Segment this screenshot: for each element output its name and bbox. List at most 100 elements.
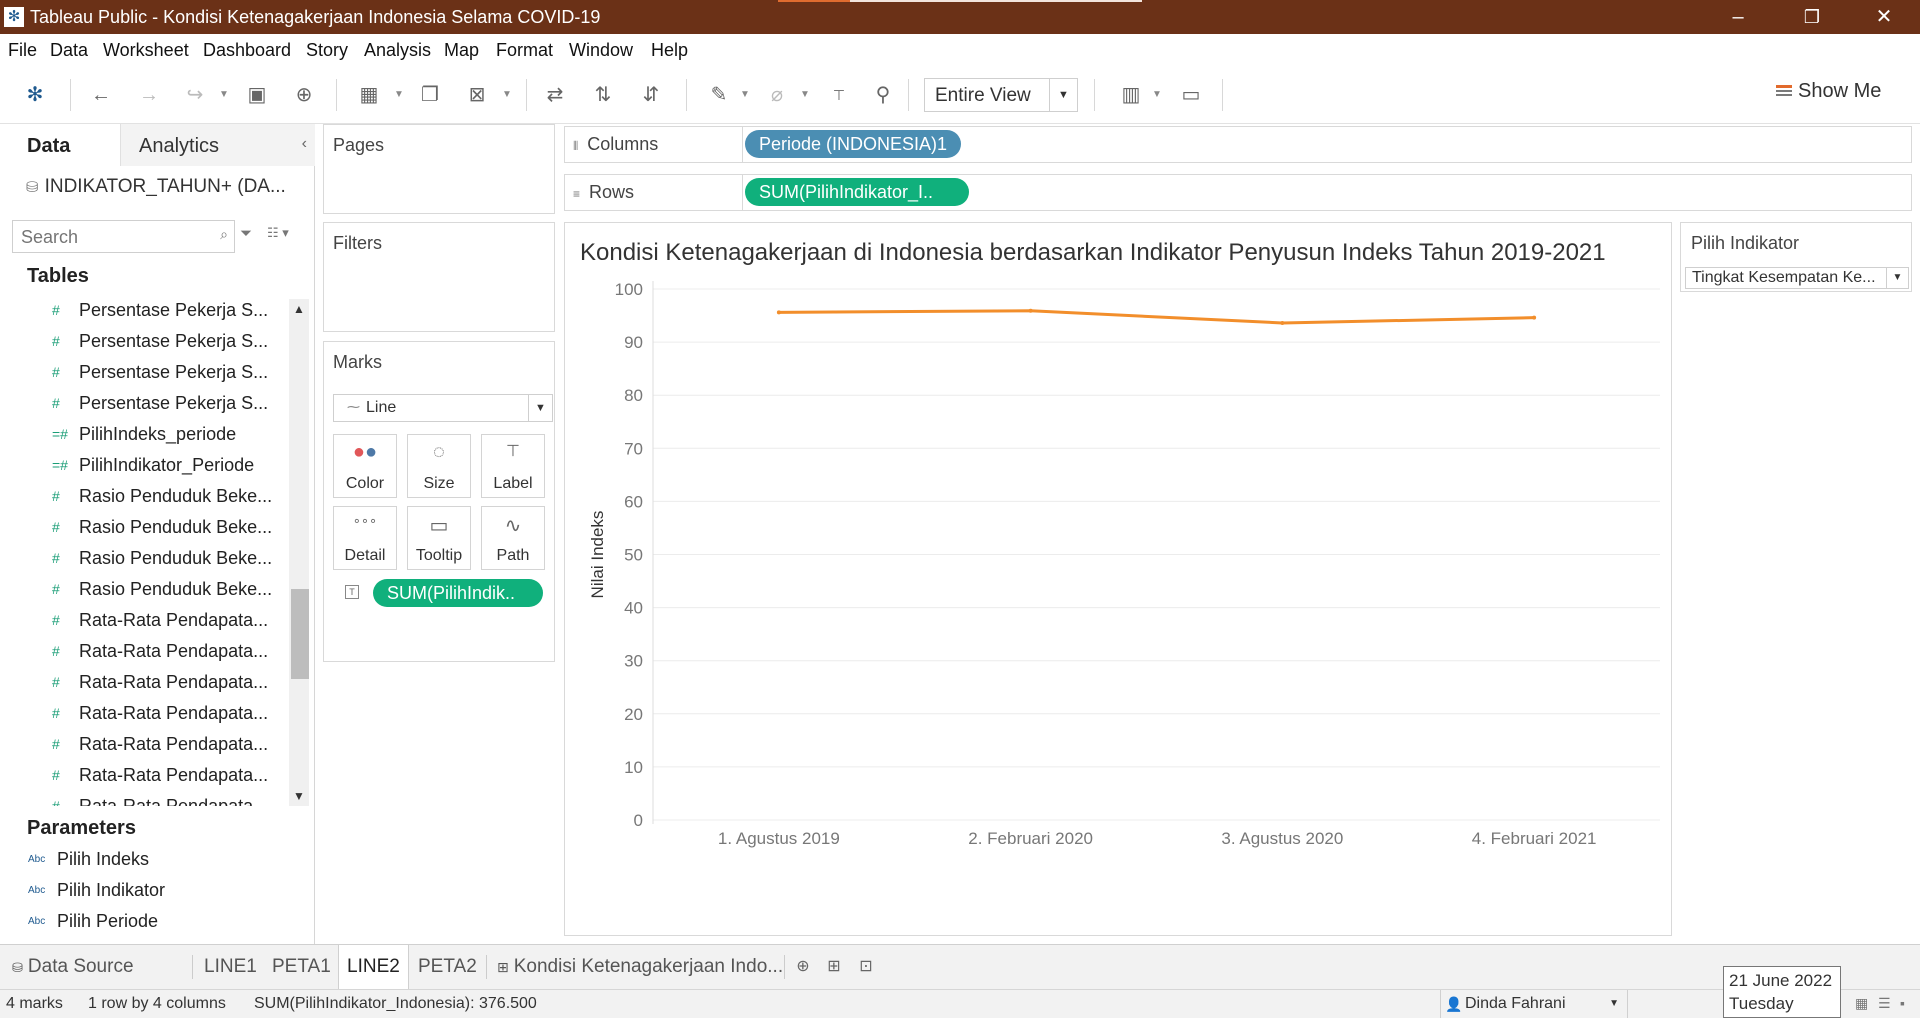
- scrollbar-thumb[interactable]: [291, 589, 309, 679]
- tab-peta1[interactable]: PETA1: [264, 945, 339, 989]
- new-worksheet-icon[interactable]: ⊕: [793, 957, 813, 977]
- indicator-select[interactable]: Tingkat Kesempatan Ke... ▼: [1685, 267, 1909, 289]
- size-button[interactable]: ◌ Size: [407, 434, 471, 498]
- field-item[interactable]: =# PilihIndeks_periode: [0, 420, 288, 451]
- menu-analysis[interactable]: Analysis: [364, 40, 431, 61]
- filter-icon[interactable]: ⏷: [240, 225, 252, 242]
- menu-story[interactable]: Story: [306, 40, 348, 61]
- data-point[interactable]: [1028, 308, 1033, 313]
- close-button[interactable]: ✕: [1856, 0, 1912, 34]
- clear-sheet-icon[interactable]: ⊠: [464, 82, 490, 108]
- field-item[interactable]: # Rasio Penduduk Beke...: [0, 544, 288, 575]
- highlight-icon[interactable]: ✎: [706, 82, 732, 108]
- tab-data-source[interactable]: ⛁ Data Source: [4, 945, 142, 989]
- label-button[interactable]: ⊤ Label: [481, 434, 545, 498]
- new-datasource-icon[interactable]: ⊕: [291, 82, 317, 108]
- presentation-mode-icon[interactable]: ▭: [1178, 82, 1204, 108]
- undo-icon[interactable]: ←: [88, 82, 114, 108]
- chevron-down-icon[interactable]: ▼: [528, 395, 552, 421]
- rows-pill[interactable]: SUM(PilihIndikator_I..: [745, 178, 969, 206]
- field-item[interactable]: # Persentase Pekerja S...: [0, 358, 288, 389]
- tab-line2[interactable]: LINE2: [338, 945, 409, 989]
- field-item[interactable]: # Rata-Rata Pendapata...: [0, 730, 288, 761]
- parameter-item[interactable]: Abc Pilih Indikator: [0, 876, 300, 906]
- save-icon[interactable]: ▣: [244, 82, 270, 108]
- scroll-down-icon[interactable]: ▼: [289, 786, 309, 806]
- field-item[interactable]: # Rata-Rata Pendapata...: [0, 792, 288, 806]
- new-story-icon[interactable]: ⊡: [856, 957, 876, 977]
- group-dropdown-icon[interactable]: ▼: [800, 82, 810, 108]
- tab-analytics[interactable]: Analytics ‹: [120, 124, 315, 166]
- show-me-button[interactable]: Show Me: [1776, 80, 1881, 110]
- swap-rows-columns-icon[interactable]: ⇄: [542, 82, 568, 108]
- columns-pill[interactable]: Periode (INDONESIA)1: [745, 130, 962, 158]
- menu-dashboard[interactable]: Dashboard: [203, 40, 291, 61]
- search-field[interactable]: ⌕: [12, 220, 235, 253]
- collapse-pane-icon[interactable]: ‹: [302, 135, 307, 153]
- duplicate-sheet-icon[interactable]: ❐: [417, 82, 443, 108]
- new-worksheet-dropdown-icon[interactable]: ▼: [394, 82, 404, 108]
- field-item[interactable]: # Rata-Rata Pendapata...: [0, 606, 288, 637]
- tab-line1[interactable]: LINE1: [196, 945, 265, 989]
- field-item[interactable]: # Persentase Pekerja S...: [0, 327, 288, 358]
- data-point[interactable]: [776, 310, 781, 315]
- sort-descending-icon[interactable]: ⇵: [638, 82, 664, 108]
- replay-dropdown-icon[interactable]: ▼: [219, 82, 229, 108]
- new-dashboard-icon[interactable]: ⊞: [824, 957, 844, 977]
- view-options-icon[interactable]: ☷ ▾: [267, 225, 289, 241]
- scroll-up-icon[interactable]: ▲: [289, 299, 309, 319]
- maximize-button[interactable]: ❐: [1784, 0, 1840, 34]
- filmstrip-view-icon[interactable]: ▪: [1900, 995, 1905, 1011]
- field-list-scrollbar[interactable]: ▲ ▼: [289, 299, 309, 806]
- detail-button[interactable]: ∘∘∘ Detail: [333, 506, 397, 570]
- field-item[interactable]: # Persentase Pekerja S...: [0, 296, 288, 327]
- color-button[interactable]: ●● Color: [333, 434, 397, 498]
- tab-dashboard[interactable]: ⊞ Kondisi Ketenagakerjaan Indo...: [489, 945, 791, 989]
- menu-file[interactable]: File: [8, 40, 37, 61]
- chevron-down-icon[interactable]: ▼: [1609, 998, 1619, 1009]
- field-item[interactable]: # Rasio Penduduk Beke...: [0, 482, 288, 513]
- parameter-item[interactable]: Abc Pilih Periode: [0, 907, 300, 937]
- show-hide-cards-icon[interactable]: ▥: [1118, 82, 1144, 108]
- chevron-down-icon[interactable]: ▼: [1049, 79, 1077, 111]
- user-menu[interactable]: 👤 Dinda Fahrani ▼: [1440, 990, 1628, 1018]
- menu-window[interactable]: Window: [569, 40, 633, 61]
- field-item[interactable]: # Rata-Rata Pendapata...: [0, 668, 288, 699]
- chevron-down-icon[interactable]: ▼: [1886, 268, 1908, 288]
- fix-axes-icon[interactable]: ⚲: [870, 82, 896, 108]
- grid-view-icon[interactable]: ▦: [1855, 995, 1868, 1012]
- menu-help[interactable]: Help: [651, 40, 688, 61]
- highlight-dropdown-icon[interactable]: ▼: [740, 82, 750, 108]
- tableau-home-icon[interactable]: ✻: [22, 82, 48, 108]
- fit-select[interactable]: Entire View ▼: [924, 78, 1078, 112]
- datasource-item[interactable]: ⛁ INDIKATOR_TAHUN+ (DA...: [26, 176, 286, 198]
- tab-data[interactable]: Data: [0, 124, 120, 166]
- field-item[interactable]: # Rasio Penduduk Beke...: [0, 575, 288, 606]
- menu-format[interactable]: Format: [496, 40, 553, 61]
- field-item[interactable]: # Persentase Pekerja S...: [0, 389, 288, 420]
- tooltip-button[interactable]: ▭ Tooltip: [407, 506, 471, 570]
- redo-icon[interactable]: →: [136, 82, 162, 108]
- cards-dropdown-icon[interactable]: ▼: [1152, 82, 1162, 108]
- field-item[interactable]: # Rata-Rata Pendapata...: [0, 761, 288, 792]
- list-view-icon[interactable]: ☰: [1878, 995, 1891, 1012]
- rows-shelf[interactable]: ≡ Rows SUM(PilihIndikator_I..: [564, 174, 1912, 211]
- group-members-icon[interactable]: ⌀: [764, 82, 790, 108]
- field-item[interactable]: # Rata-Rata Pendapata...: [0, 637, 288, 668]
- menu-data[interactable]: Data: [50, 40, 88, 61]
- data-point[interactable]: [1532, 315, 1537, 320]
- field-item[interactable]: =# PilihIndikator_Periode: [0, 451, 288, 482]
- line-chart[interactable]: 0 10 20 30 40 50 60 70 80 90 100 Nilai Indeks 1. Agu…: [565, 223, 1673, 937]
- pages-card[interactable]: Pages: [323, 124, 555, 214]
- viz-area[interactable]: Kondisi Ketenagakerjaan di Indonesia ber…: [564, 222, 1672, 936]
- field-item[interactable]: # Rasio Penduduk Beke...: [0, 513, 288, 544]
- filters-card[interactable]: Filters: [323, 222, 555, 332]
- data-point[interactable]: [1280, 320, 1285, 325]
- marks-label-pill[interactable]: SUM(PilihIndik..: [373, 579, 543, 607]
- minimize-button[interactable]: –: [1710, 0, 1766, 34]
- tab-peta2[interactable]: PETA2: [410, 945, 485, 989]
- replay-icon[interactable]: ↪: [182, 82, 208, 108]
- parameter-item[interactable]: Abc Pilih Indeks: [0, 845, 300, 875]
- sort-ascending-icon[interactable]: ⇅: [590, 82, 616, 108]
- show-mark-labels-icon[interactable]: ⊤: [826, 82, 852, 108]
